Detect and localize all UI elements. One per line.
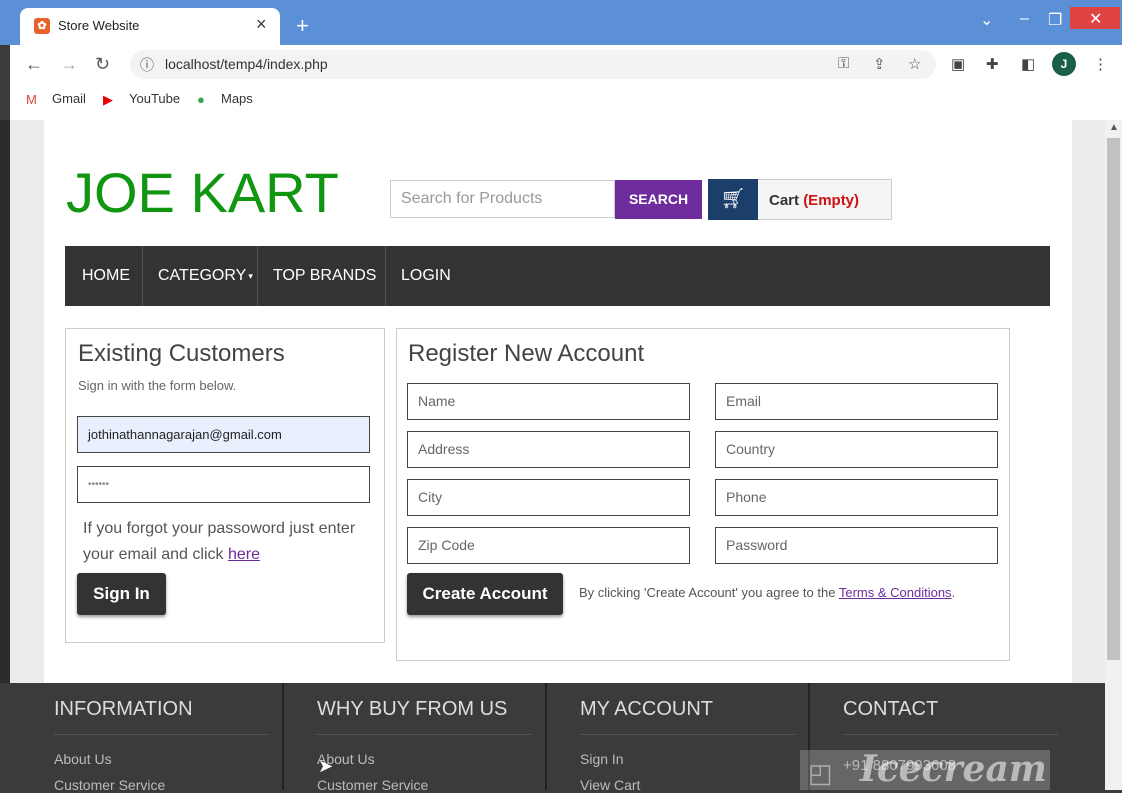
footer-link-sign-in[interactable]: Sign In xyxy=(580,751,624,767)
back-arrow-icon[interactable]: ← xyxy=(25,54,43,75)
search-button[interactable]: SEARCH xyxy=(615,180,702,219)
window-edge xyxy=(0,120,10,683)
key-icon[interactable]: ⚿ xyxy=(838,55,849,72)
restore-icon[interactable]: ❐ xyxy=(1048,10,1062,30)
name-field[interactable]: Name xyxy=(407,383,690,420)
profile-avatar[interactable]: J xyxy=(1052,52,1076,76)
youtube-icon: ▶ xyxy=(103,92,113,107)
bookmark-star-icon[interactable]: ☆ xyxy=(908,55,921,73)
menu-kebab-icon[interactable]: ⋮ xyxy=(1093,55,1108,73)
watermark-logo: Icecream xyxy=(860,748,1047,790)
url-text[interactable]: localhost/temp4/index.php xyxy=(165,56,328,72)
shopping-cart-icon[interactable]: 🛒︎ xyxy=(708,179,758,220)
footer-rule xyxy=(317,734,532,735)
zip-code-field[interactable]: Zip Code xyxy=(407,527,690,564)
footer-heading-why-buy: WHY BUY FROM US xyxy=(317,698,508,720)
terms-text: By clicking 'Create Account' you agree t… xyxy=(579,585,956,600)
register-email-field[interactable]: Email xyxy=(715,383,998,420)
forgot-password-link[interactable]: here xyxy=(228,546,260,563)
tab-search-chevron-icon[interactable]: ⌄ xyxy=(980,10,993,30)
nav-login[interactable]: LOGIN xyxy=(386,246,466,306)
phone-field[interactable]: Phone xyxy=(715,479,998,516)
terms-link[interactable]: Terms & Conditions xyxy=(839,585,952,600)
password-field[interactable]: •••••• xyxy=(77,466,370,503)
bookmark-gmail[interactable]: Gmail xyxy=(52,91,86,106)
scroll-up-icon[interactable]: ▲ xyxy=(1109,122,1119,133)
footer-link-about[interactable]: About Us xyxy=(54,751,112,767)
site-info-icon[interactable]: ⓘ xyxy=(140,55,154,75)
search-input[interactable]: Search for Products xyxy=(390,180,615,218)
footer-divider xyxy=(545,683,547,790)
nav-home[interactable]: HOME xyxy=(67,246,145,306)
tab-close-icon[interactable]: × xyxy=(256,14,267,35)
maps-icon: ● xyxy=(197,92,205,107)
nav-category[interactable]: CATEGORY ▾ xyxy=(143,246,268,306)
footer-rule xyxy=(843,734,1058,735)
tab-title: Store Website xyxy=(58,18,140,33)
gmail-icon: M xyxy=(26,92,37,107)
dropdown-caret-icon: ▾ xyxy=(248,271,253,281)
footer-rule xyxy=(580,734,795,735)
extension-app-icon[interactable]: ▣ xyxy=(951,55,965,73)
bookmark-maps[interactable]: Maps xyxy=(221,91,253,106)
login-title: Existing Customers xyxy=(78,340,285,367)
forward-arrow-icon[interactable]: → xyxy=(60,54,78,75)
footer-heading-my-account: MY ACCOUNT xyxy=(580,698,713,720)
email-field[interactable]: jothinathannagarajan@gmail.com xyxy=(77,416,370,453)
footer-heading-information: INFORMATION xyxy=(54,698,193,720)
nav-top-brands[interactable]: TOP BRANDS xyxy=(258,246,391,306)
footer-link-customer-service[interactable]: Customer Service xyxy=(54,777,165,793)
city-field[interactable]: City xyxy=(407,479,690,516)
country-field[interactable]: Country xyxy=(715,431,998,468)
footer-link-customer-service[interactable]: Customer Service xyxy=(317,777,428,793)
close-icon[interactable]: ✕ xyxy=(1089,9,1102,29)
register-password-field[interactable]: Password xyxy=(715,527,998,564)
new-tab-button[interactable]: + xyxy=(296,13,309,39)
cart-status: (Empty) xyxy=(803,192,860,209)
footer-link-view-cart[interactable]: View Cart xyxy=(580,777,640,793)
puzzle-extensions-icon[interactable]: ✚ xyxy=(986,55,999,73)
footer-rule xyxy=(54,734,269,735)
sign-in-button[interactable]: Sign In xyxy=(77,573,166,615)
footer-heading-contact: CONTACT xyxy=(843,698,939,720)
watermark-icon: ◰ xyxy=(808,758,833,788)
cart-label[interactable]: Cart (Empty) xyxy=(769,192,859,209)
mouse-cursor-icon: ➤ xyxy=(318,756,334,776)
site-favicon-icon: ✿ xyxy=(34,18,50,34)
reload-icon[interactable]: ↻ xyxy=(95,54,110,75)
address-field[interactable]: Address xyxy=(407,431,690,468)
scrollbar-thumb[interactable] xyxy=(1107,138,1120,660)
minimize-icon[interactable]: – xyxy=(1020,10,1029,28)
login-subtitle: Sign in with the form below. xyxy=(78,378,237,393)
footer-divider xyxy=(282,683,284,790)
site-logo[interactable]: JOE KART xyxy=(66,160,339,225)
create-account-button[interactable]: Create Account xyxy=(407,573,563,615)
register-title: Register New Account xyxy=(408,340,645,367)
forgot-password-text: If you forgot your passoword just enter … xyxy=(83,520,356,563)
bookmark-youtube[interactable]: YouTube xyxy=(129,91,180,106)
side-panel-icon[interactable]: ◧ xyxy=(1021,55,1035,73)
share-icon[interactable]: ⇪ xyxy=(873,55,886,73)
